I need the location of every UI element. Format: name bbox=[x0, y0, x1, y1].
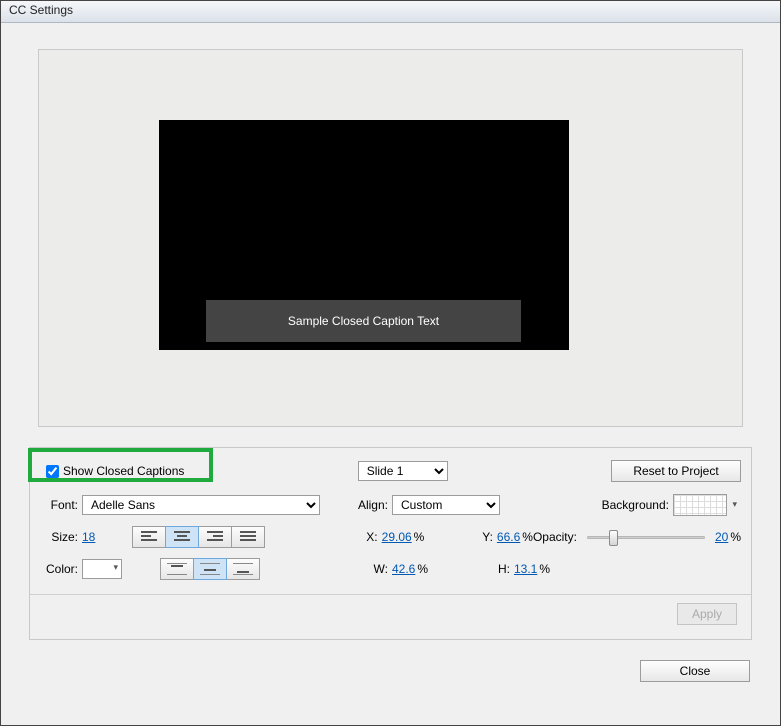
color-picker[interactable] bbox=[82, 559, 122, 579]
window-titlebar[interactable]: CC Settings bbox=[1, 1, 780, 23]
valign-bottom-button[interactable] bbox=[226, 558, 260, 580]
align-label: Align: bbox=[350, 498, 388, 512]
background-label: Background: bbox=[602, 498, 669, 512]
preview-caption-box: Sample Closed Caption Text bbox=[206, 300, 521, 342]
align-center-icon bbox=[174, 531, 190, 543]
opacity-label: Opacity: bbox=[533, 530, 577, 544]
align-right-icon bbox=[207, 531, 223, 543]
valign-top-icon bbox=[167, 563, 187, 575]
valign-middle-icon bbox=[200, 563, 220, 575]
show-cc-checkbox[interactable] bbox=[46, 465, 59, 478]
y-label: Y: bbox=[475, 530, 493, 544]
y-value[interactable]: 66.6 bbox=[497, 530, 520, 544]
font-select[interactable]: Adelle Sans bbox=[82, 495, 320, 515]
window-title: CC Settings bbox=[9, 3, 73, 17]
font-label: Font: bbox=[40, 498, 78, 512]
h-value[interactable]: 13.1 bbox=[514, 562, 537, 576]
background-picker[interactable] bbox=[673, 494, 727, 516]
align-left-button[interactable] bbox=[132, 526, 166, 548]
preview-caption-text: Sample Closed Caption Text bbox=[288, 314, 439, 328]
size-label: Size: bbox=[40, 530, 78, 544]
w-label: W: bbox=[350, 562, 388, 576]
valign-middle-button[interactable] bbox=[193, 558, 227, 580]
close-button[interactable]: Close bbox=[640, 660, 750, 682]
valign-top-button[interactable] bbox=[160, 558, 194, 580]
opacity-slider-track bbox=[587, 536, 705, 539]
x-unit: % bbox=[414, 530, 425, 544]
align-center-button[interactable] bbox=[165, 526, 199, 548]
align-left-icon bbox=[141, 531, 157, 543]
align-justify-button[interactable] bbox=[231, 526, 265, 548]
color-label: Color: bbox=[40, 562, 78, 576]
x-label: X: bbox=[340, 530, 378, 544]
controls-panel: Show Closed Captions Slide 1 Reset to Pr… bbox=[29, 447, 752, 640]
halign-group bbox=[132, 526, 265, 548]
opacity-value[interactable]: 20 bbox=[715, 530, 728, 544]
x-value[interactable]: 29.06 bbox=[382, 530, 412, 544]
opacity-slider-thumb[interactable] bbox=[609, 530, 618, 546]
align-justify-icon bbox=[240, 531, 256, 543]
h-label: H: bbox=[492, 562, 510, 576]
reset-to-project-button[interactable]: Reset to Project bbox=[611, 460, 741, 482]
h-unit: % bbox=[539, 562, 550, 576]
opacity-unit: % bbox=[730, 530, 741, 544]
window-client: Sample Closed Caption Text Show Closed C… bbox=[1, 23, 780, 702]
valign-bottom-icon bbox=[233, 563, 253, 575]
w-value[interactable]: 42.6 bbox=[392, 562, 415, 576]
cc-settings-window: CC Settings Sample Closed Caption Text S… bbox=[0, 0, 781, 726]
slide-select[interactable]: Slide 1 bbox=[358, 461, 448, 481]
apply-button[interactable]: Apply bbox=[677, 603, 737, 625]
opacity-slider[interactable] bbox=[587, 527, 705, 547]
size-value[interactable]: 18 bbox=[82, 530, 104, 544]
align-right-button[interactable] bbox=[198, 526, 232, 548]
show-cc-label: Show Closed Captions bbox=[63, 464, 184, 478]
y-unit: % bbox=[522, 530, 533, 544]
valign-group bbox=[160, 558, 260, 580]
w-unit: % bbox=[417, 562, 428, 576]
align-select[interactable]: Custom bbox=[392, 495, 500, 515]
preview-area: Sample Closed Caption Text bbox=[38, 49, 743, 427]
show-cc-checkbox-row[interactable]: Show Closed Captions bbox=[40, 458, 194, 484]
